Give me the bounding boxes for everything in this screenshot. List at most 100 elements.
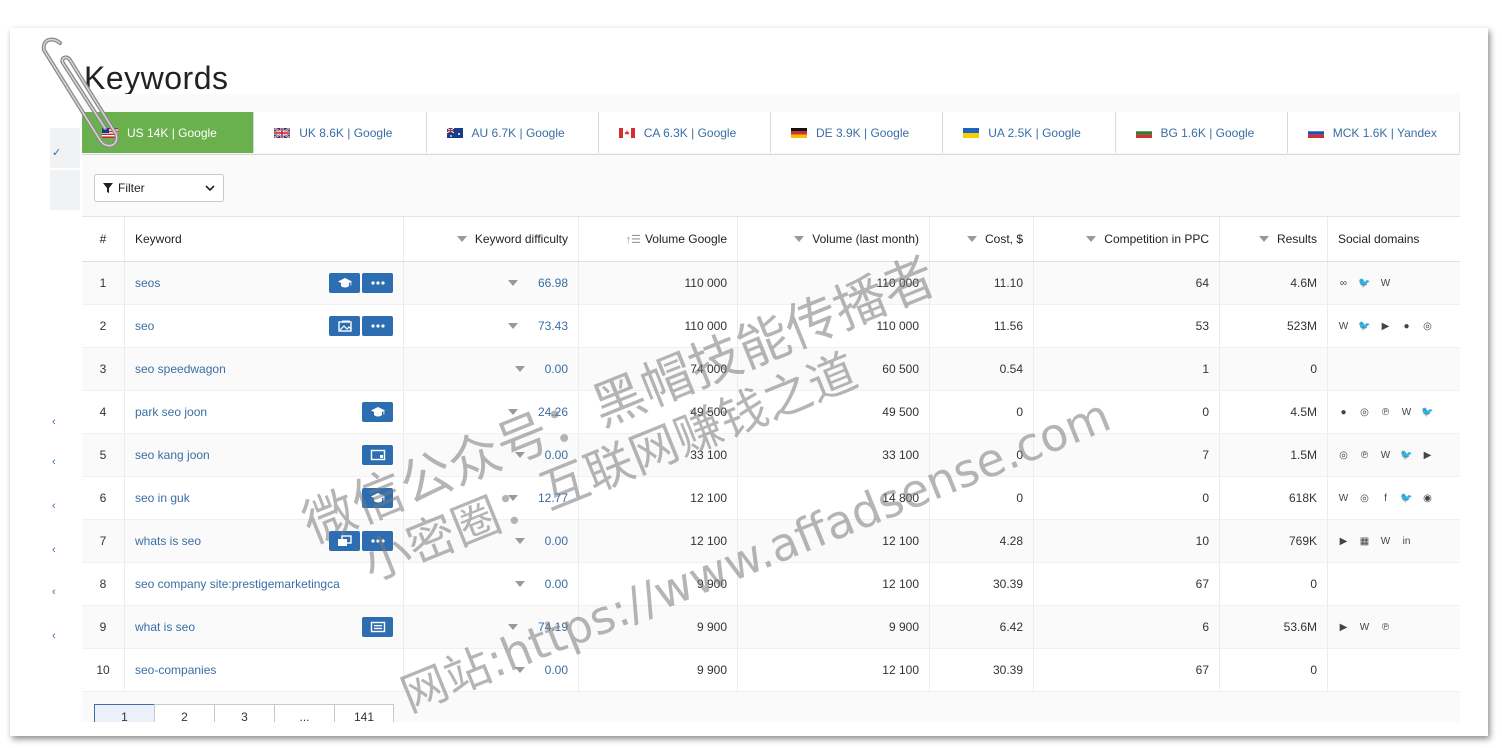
snippet-button[interactable] — [362, 617, 393, 637]
keyword-link[interactable]: seo company site:prestigemarketingca — [135, 577, 340, 591]
youtube-icon[interactable]: ▶ — [1338, 622, 1349, 633]
difficulty-value[interactable]: 0.00 — [545, 577, 568, 591]
facebook-icon[interactable]: f — [1380, 493, 1391, 504]
keyword-link[interactable]: seo speedwagon — [135, 362, 226, 376]
expand-arrow-icon[interactable] — [507, 495, 518, 501]
instagram-icon[interactable]: ◎ — [1359, 407, 1370, 418]
expand-arrow-icon[interactable] — [514, 581, 525, 587]
expand-arrow-icon[interactable] — [507, 624, 518, 630]
tab-uk[interactable]: UK 8.6K | Google — [254, 112, 427, 153]
twitter-icon[interactable]: 🐦 — [1400, 450, 1412, 461]
wikipedia-icon[interactable]: W — [1380, 278, 1391, 289]
page-button[interactable]: 2 — [154, 704, 214, 722]
page-button[interactable]: 3 — [214, 704, 274, 722]
difficulty-value[interactable]: 0.00 — [545, 663, 568, 677]
keyword-link[interactable]: what is seo — [135, 620, 195, 634]
chevron-icon[interactable]: ‹ — [52, 544, 56, 556]
more-button[interactable] — [362, 316, 393, 336]
difficulty-value[interactable]: 0.00 — [545, 534, 568, 548]
pinterest-icon[interactable]: ℗ — [1380, 407, 1391, 418]
keyword-link[interactable]: seos — [135, 276, 160, 290]
grad-cap-button[interactable] — [362, 488, 393, 508]
difficulty-value[interactable]: 24.26 — [538, 405, 568, 419]
wikipedia-icon[interactable]: W — [1359, 622, 1370, 633]
header-results[interactable]: Results — [1220, 217, 1328, 261]
instagram-icon[interactable]: ◎ — [1422, 321, 1433, 332]
header-volume-last[interactable]: Volume (last month) — [738, 217, 930, 261]
twitter-icon[interactable]: 🐦 — [1358, 278, 1370, 289]
more-button[interactable] — [362, 531, 393, 551]
tab-ru[interactable]: MCK 1.6K | Yandex — [1287, 112, 1460, 153]
page-button[interactable]: 1 — [94, 704, 154, 722]
competition-cell: 64 — [1034, 262, 1220, 304]
keyword-link[interactable]: whats is seo — [135, 534, 201, 548]
header-competition[interactable]: Competition in PPC — [1034, 217, 1220, 261]
more-button[interactable] — [362, 273, 393, 293]
header-difficulty[interactable]: Keyword difficulty — [404, 217, 579, 261]
pinterest-icon[interactable]: ℗ — [1380, 622, 1391, 633]
copy-button[interactable] — [329, 531, 360, 551]
pinterest-icon[interactable]: ℗ — [1359, 450, 1370, 461]
chevron-icon[interactable]: ‹ — [52, 456, 56, 468]
keyword-link[interactable]: seo kang joon — [135, 448, 210, 462]
tab-ua[interactable]: UA 2.5K | Google — [943, 112, 1116, 153]
difficulty-value[interactable]: 73.43 — [538, 319, 568, 333]
difficulty-value[interactable]: 74.19 — [538, 620, 568, 634]
expand-arrow-icon[interactable] — [507, 323, 518, 329]
page-button[interactable]: ... — [274, 704, 334, 722]
youtube-icon[interactable]: ▶ — [1380, 321, 1391, 332]
wikipedia-icon[interactable]: W — [1338, 493, 1349, 504]
volume-last-cell: 60 500 — [738, 348, 930, 390]
keyword-link[interactable]: seo in guk — [135, 491, 190, 505]
video-button[interactable] — [362, 445, 393, 465]
grad-cap-button[interactable] — [362, 402, 393, 422]
expand-arrow-icon[interactable] — [507, 409, 518, 415]
twitter-icon[interactable]: 🐦 — [1400, 493, 1412, 504]
instagram-icon[interactable]: ◎ — [1359, 493, 1370, 504]
reddit-icon[interactable]: ● — [1338, 407, 1349, 418]
instagram-icon[interactable]: ◎ — [1338, 450, 1349, 461]
expand-arrow-icon[interactable] — [514, 452, 525, 458]
tab-de[interactable]: DE 3.9K | Google — [771, 112, 944, 153]
chevron-icon[interactable]: ‹ — [52, 586, 56, 598]
wikipedia-icon[interactable]: W — [1338, 321, 1349, 332]
wikipedia-icon[interactable]: W — [1380, 450, 1391, 461]
chevron-icon[interactable]: ‹ — [52, 630, 56, 642]
keyword-link[interactable]: park seo joon — [135, 405, 207, 419]
header-keyword[interactable]: Keyword — [125, 217, 404, 261]
twitter-icon[interactable]: 🐦 — [1358, 321, 1370, 332]
chevron-icon[interactable]: ‹ — [52, 416, 56, 428]
expand-arrow-icon[interactable] — [514, 667, 525, 673]
difficulty-value[interactable]: 66.98 — [538, 276, 568, 290]
expand-arrow-icon[interactable] — [514, 366, 525, 372]
store-icon[interactable]: ▦ — [1359, 536, 1370, 547]
expand-arrow-icon[interactable] — [507, 280, 518, 286]
wikipedia-icon[interactable]: W — [1380, 536, 1391, 547]
twitter-icon[interactable]: 🐦 — [1421, 407, 1433, 418]
image-pack-button[interactable] — [329, 316, 360, 336]
difficulty-value[interactable]: 0.00 — [545, 448, 568, 462]
tab-bg[interactable]: BG 1.6K | Google — [1115, 112, 1288, 153]
difficulty-value[interactable]: 0.00 — [545, 362, 568, 376]
youtube-icon[interactable]: ▶ — [1338, 536, 1349, 547]
spotify-icon[interactable]: ◉ — [1422, 493, 1433, 504]
reddit-icon[interactable]: ● — [1401, 321, 1412, 332]
tripadvisor-icon[interactable]: ∞ — [1338, 278, 1349, 289]
keyword-link[interactable]: seo-companies — [135, 663, 216, 677]
grad-cap-button[interactable] — [329, 273, 360, 293]
wikipedia-icon[interactable]: W — [1401, 407, 1412, 418]
expand-arrow-icon[interactable] — [514, 538, 525, 544]
page-button[interactable]: 141 — [334, 704, 394, 722]
more-icon — [370, 324, 385, 328]
header-cost[interactable]: Cost, $ — [930, 217, 1034, 261]
difficulty-cell: 0.00 — [404, 649, 579, 691]
keyword-link[interactable]: seo — [135, 319, 154, 333]
difficulty-value[interactable]: 12.77 — [538, 491, 568, 505]
chevron-icon[interactable]: ‹ — [52, 500, 56, 512]
filter-dropdown[interactable]: Filter — [94, 174, 224, 202]
tab-au[interactable]: AU 6.7K | Google — [426, 112, 599, 153]
tab-ca[interactable]: CA 6.3K | Google — [598, 112, 771, 153]
header-volume-google[interactable]: ↑☰ Volume Google — [579, 217, 738, 261]
youtube-icon[interactable]: ▶ — [1422, 450, 1433, 461]
linkedin-icon[interactable]: in — [1401, 536, 1412, 547]
